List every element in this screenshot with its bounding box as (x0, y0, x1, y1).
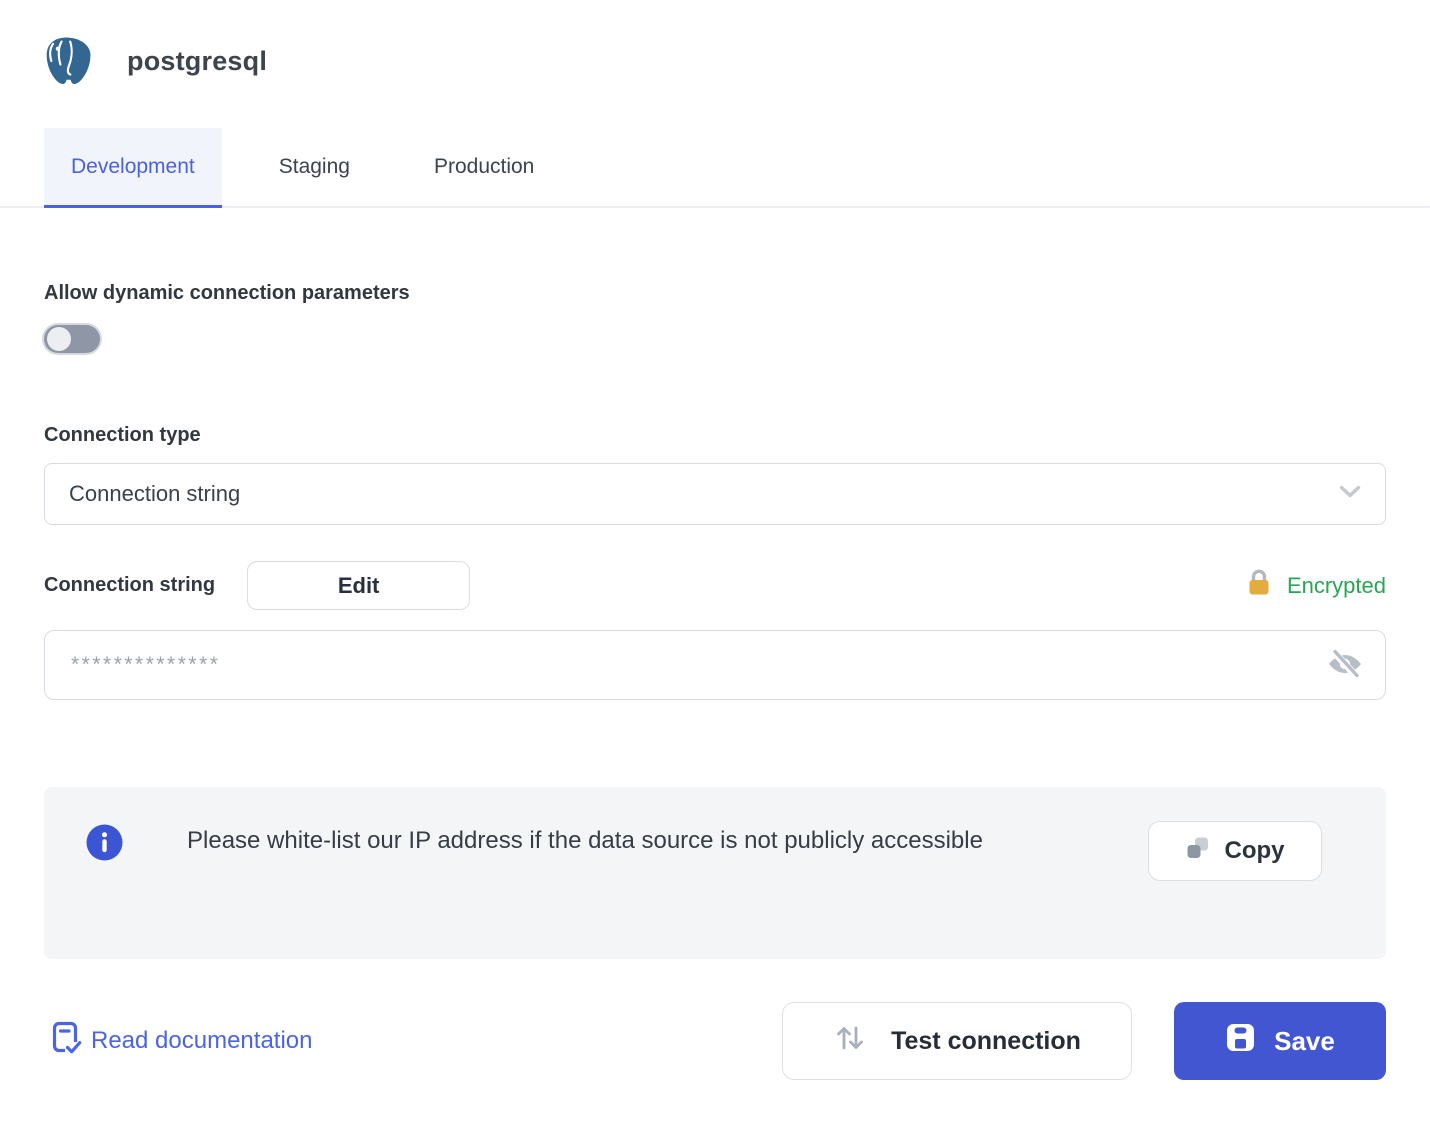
save-button-label: Save (1274, 1026, 1335, 1057)
document-check-icon (52, 1021, 82, 1062)
postgresql-elephant-icon (44, 36, 91, 86)
tab-production[interactable]: Production (407, 128, 561, 208)
encrypted-label: Encrypted (1287, 573, 1386, 599)
connection-type-value: Connection string (69, 481, 240, 507)
lock-icon (1246, 568, 1272, 603)
floppy-disk-icon (1225, 1022, 1256, 1060)
read-documentation-link[interactable]: Read documentation (52, 1021, 312, 1062)
test-connection-button[interactable]: Test connection (782, 1002, 1132, 1080)
copy-icon (1186, 836, 1210, 867)
info-icon (86, 824, 123, 866)
header: postgresql (0, 0, 1430, 86)
ip-whitelist-text: Please white-list our IP address if the … (187, 821, 983, 861)
connection-string-row: Connection string Edit Encrypted (44, 561, 1386, 610)
dynamic-params-label: Allow dynamic connection parameters (44, 282, 1386, 305)
connection-string-input[interactable] (69, 652, 1325, 678)
chevron-down-icon (1339, 485, 1361, 503)
form-actions: Read documentation Test connection Save (0, 1002, 1430, 1080)
connection-string-label: Connection string (44, 574, 215, 597)
connection-string-field (44, 630, 1386, 700)
copy-button-label: Copy (1225, 837, 1285, 865)
eye-off-icon (1326, 668, 1364, 683)
edit-button[interactable]: Edit (247, 561, 470, 610)
dynamic-params-toggle[interactable] (44, 325, 100, 353)
page-title: postgresql (127, 46, 267, 77)
connection-type-select[interactable]: Connection string (44, 463, 1386, 525)
toggle-visibility-button[interactable] (1325, 648, 1365, 682)
dynamic-params-section: Allow dynamic connection parameters (44, 282, 1386, 358)
ip-whitelist-banner: Please white-list our IP address if the … (44, 787, 1386, 959)
tab-staging[interactable]: Staging (252, 128, 377, 208)
tab-development[interactable]: Development (44, 128, 222, 208)
connection-type-label: Connection type (44, 424, 1386, 447)
encrypted-badge: Encrypted (1246, 568, 1386, 603)
test-connection-label: Test connection (891, 1027, 1081, 1056)
read-documentation-label: Read documentation (91, 1027, 312, 1055)
environment-tabbar: Development Staging Production (0, 128, 1430, 208)
arrows-up-down-icon (833, 1023, 867, 1060)
connection-form: Allow dynamic connection parameters Conn… (0, 282, 1430, 959)
toggle-knob (47, 327, 71, 351)
save-button[interactable]: Save (1174, 1002, 1386, 1080)
connection-type-section: Connection type Connection string (44, 424, 1386, 525)
copy-ip-button[interactable]: Copy (1148, 821, 1322, 881)
